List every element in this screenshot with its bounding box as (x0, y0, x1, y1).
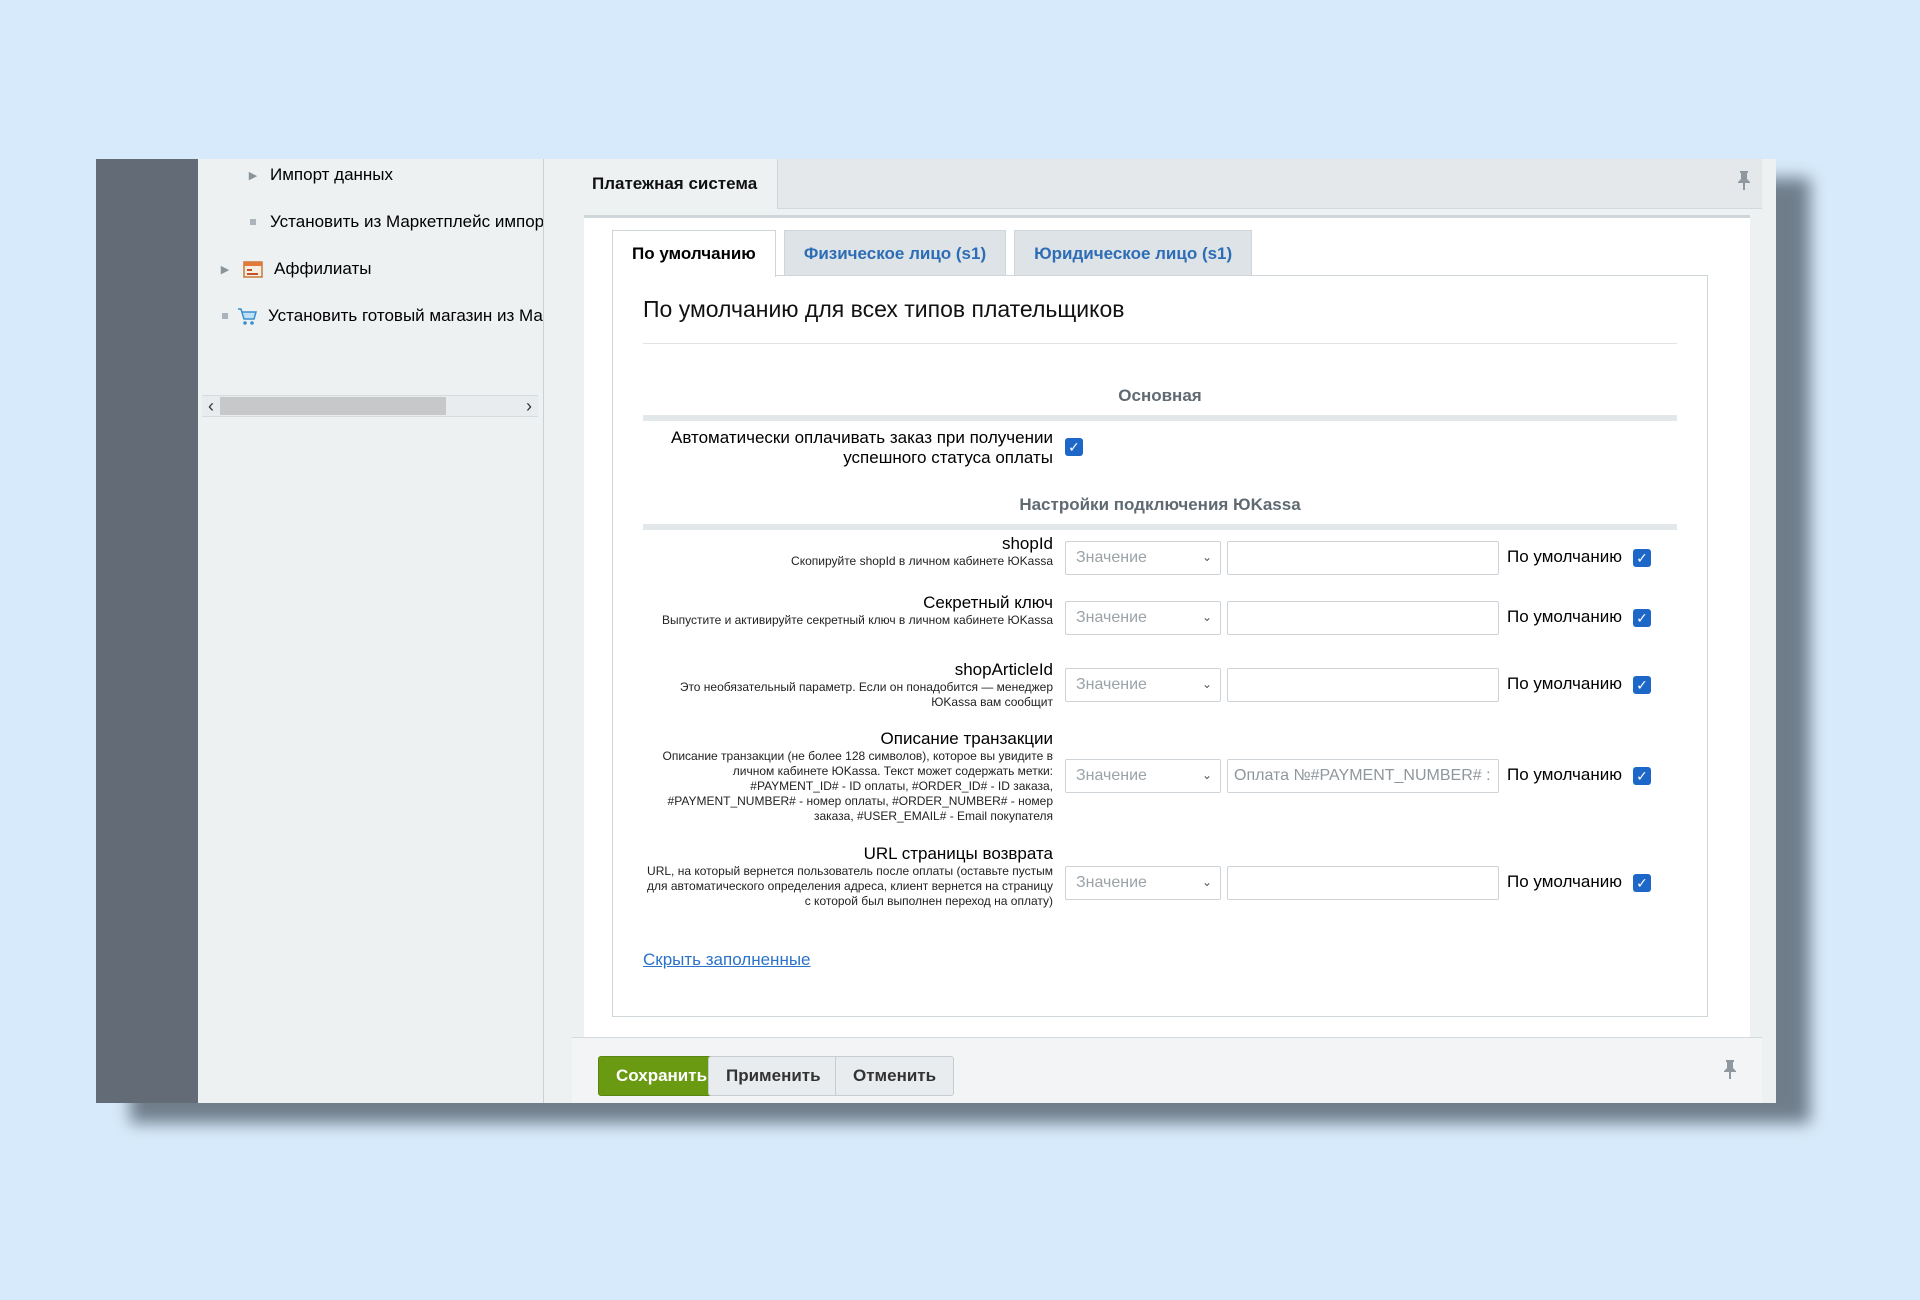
cart-icon (236, 305, 258, 327)
default-checkbox[interactable]: ✓ (1633, 874, 1651, 892)
field-label: URL страницы возврата URL, на который ве… (647, 844, 1053, 908)
tree-item-label: Установить из Маркетплейс импор (270, 212, 544, 231)
auto-pay-checkbox[interactable]: ✓ (1065, 438, 1083, 456)
tree-item-label: Импорт данных (270, 165, 394, 184)
chevron-down-icon: ⌄ (1201, 550, 1212, 564)
apply-button[interactable]: Применить (708, 1056, 839, 1096)
bullet-icon (222, 313, 228, 319)
value-type-select[interactable]: Значение ⌄ (1065, 866, 1221, 900)
default-checkbox[interactable]: ✓ (1633, 609, 1651, 627)
group-header-yookassa: Настройки подключения ЮKassa (643, 495, 1677, 530)
default-checkbox[interactable]: ✓ (1633, 767, 1651, 785)
field-label: Описание транзакции Описание транзакции … (662, 729, 1053, 823)
tree-panel: ▶ Импорт данных Установить из Маркетплей… (198, 159, 544, 1103)
field-label: Секретный ключ Выпустите и активируйте с… (662, 593, 1053, 627)
default-checkbox[interactable]: ✓ (1633, 549, 1651, 567)
divider (643, 343, 1677, 344)
scroll-thumb[interactable] (220, 397, 446, 415)
chevron-down-icon: ⌄ (1201, 768, 1212, 782)
cancel-button[interactable]: Отменить (835, 1056, 955, 1096)
admin-window: ▶ Импорт данных Установить из Маркетплей… (96, 159, 1776, 1103)
field-transaction-description: Описание транзакции Описание транзакции … (643, 729, 1677, 823)
page-title: Платежная система (572, 159, 779, 209)
field-return-url: URL страницы возврата URL, на который ве… (643, 844, 1677, 924)
value-type-select[interactable]: Значение ⌄ (1065, 668, 1221, 702)
group-header-main: Основная (643, 386, 1677, 421)
auto-pay-label: Автоматически оплачивать заказ при получ… (671, 428, 1053, 467)
field-label: shopArticleId Это необязательный парамет… (679, 660, 1053, 709)
chevron-down-icon: ⌄ (1201, 610, 1212, 624)
main-header: Платежная система (572, 159, 1762, 209)
tab-bar: По умолчанию Физическое лицо (s1) Юридич… (612, 230, 1260, 277)
tree-item-install-shop[interactable]: Установить готовый магазин из Ма (218, 301, 543, 331)
default-label: По умолчанию (1507, 765, 1622, 784)
tab-individual[interactable]: Физическое лицо (s1) (783, 230, 1007, 276)
secret-key-input[interactable] (1227, 601, 1499, 635)
default-checkbox[interactable]: ✓ (1633, 676, 1651, 694)
value-type-select[interactable]: Значение ⌄ (1065, 601, 1221, 635)
auto-pay-row: Автоматически оплачивать заказ при получ… (643, 426, 1677, 470)
field-secret-key: Секретный ключ Выпустите и активируйте с… (643, 593, 1677, 647)
bullet-icon (250, 219, 256, 225)
tree-item-affiliates[interactable]: ▶ Аффилиаты (218, 254, 372, 284)
main-panel: Платежная система По умолчанию Физическо… (572, 159, 1776, 1103)
field-shop-article-id: shopArticleId Это необязательный парамет… (643, 660, 1677, 712)
tree-item-import[interactable]: ▶ Импорт данных (246, 160, 393, 190)
affiliate-icon (242, 258, 264, 280)
value-type-select[interactable]: Значение ⌄ (1065, 759, 1221, 793)
content-area: По умолчанию Физическое лицо (s1) Юридич… (584, 215, 1750, 1041)
left-menu-strip (96, 159, 198, 1103)
chevron-down-icon: ⌄ (1201, 875, 1212, 889)
scroll-left-icon[interactable]: ‹ (202, 396, 220, 416)
save-button[interactable]: Сохранить (598, 1056, 726, 1096)
expand-arrow-icon[interactable]: ▶ (246, 169, 260, 182)
field-label: shopId Скопируйте shopId в личном кабине… (791, 534, 1053, 568)
shop-id-input[interactable] (1227, 541, 1499, 575)
default-label: По умолчанию (1507, 607, 1622, 626)
scroll-track[interactable] (220, 396, 520, 416)
tree-item-label: Аффилиаты (274, 259, 372, 278)
default-label: По умолчанию (1507, 872, 1622, 891)
default-label: По умолчанию (1507, 547, 1622, 566)
hide-filled-link[interactable]: Скрыть заполненные (643, 950, 811, 970)
section-title: По умолчанию для всех типов плательщиков (643, 296, 1125, 322)
expand-arrow-icon[interactable]: ▶ (218, 263, 232, 276)
pin-icon[interactable] (1736, 169, 1752, 197)
field-shop-id: shopId Скопируйте shopId в личном кабине… (643, 534, 1677, 578)
tree-item-marketplace-import[interactable]: Установить из Маркетплейс импор (246, 207, 544, 237)
tree-item-label: Установить готовый магазин из Ма (268, 306, 543, 325)
tab-legal-entity[interactable]: Юридическое лицо (s1) (1014, 230, 1253, 276)
return-url-input[interactable] (1227, 866, 1499, 900)
shop-article-id-input[interactable] (1227, 668, 1499, 702)
chevron-down-icon: ⌄ (1201, 677, 1212, 691)
footer-toolbar: Сохранить Применить Отменить (572, 1037, 1762, 1103)
tab-body: По умолчанию для всех типов плательщиков… (612, 275, 1708, 1017)
pin-icon[interactable] (1722, 1058, 1738, 1086)
horizontal-scrollbar[interactable]: ‹ › (202, 395, 538, 417)
default-label: По умолчанию (1507, 674, 1622, 693)
scroll-right-icon[interactable]: › (520, 396, 538, 416)
value-type-select[interactable]: Значение ⌄ (1065, 541, 1221, 575)
tab-default[interactable]: По умолчанию (612, 230, 776, 277)
transaction-description-input[interactable] (1227, 759, 1499, 793)
